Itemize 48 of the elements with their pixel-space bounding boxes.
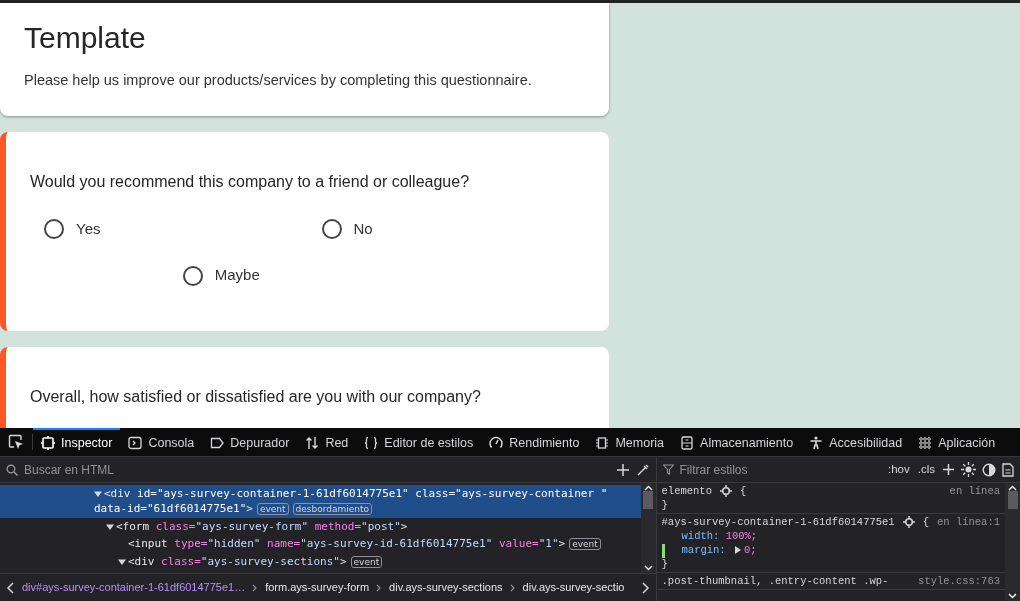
markup-node[interactable]: <div class="ays-survey-sections"> event <box>0 553 641 571</box>
brace-text: { <box>739 484 747 498</box>
devtools-tab[interactable]: Almacenamiento <box>672 428 802 456</box>
markup-node[interactable]: <form class="ays-survey-form" method="post"> <box>0 518 641 535</box>
html-search-field[interactable]: Buscar en HTML <box>24 460 610 479</box>
devtools-tab[interactable]: Depurador <box>202 428 298 456</box>
survey-description: Please help us improve our products/services by completing this questionnaire. <box>24 71 533 90</box>
devtools-tab[interactable]: Editor de estilos <box>356 428 482 456</box>
devtools-tab[interactable]: Inspector <box>33 428 121 456</box>
breadcrumb-item[interactable]: div.ays-survey-sectio <box>522 579 625 596</box>
option-label: Maybe <box>214 265 260 286</box>
property-value: 100%; <box>725 530 758 542</box>
devtools-tab[interactable]: Aplicación <box>910 428 1004 456</box>
radio-option[interactable]: No <box>307 217 585 241</box>
breadcrumb-item[interactable]: div.ays-survey-sections <box>389 579 503 596</box>
rule-selector: elemento <box>661 484 712 498</box>
brace-text: { <box>922 515 929 529</box>
markup-node[interactable]: <div id="ays-survey-container-1-61df6014775e1" class="ays-survey-container " data-id="61df6014775e1"> event desbordamiento <box>0 485 641 518</box>
rule-source[interactable]: style.css:763 <box>918 574 1000 588</box>
brace-text: } <box>661 498 669 512</box>
devtools-tab[interactable]: Rendimiento <box>481 428 588 456</box>
breadcrumb-item[interactable]: form.ays-survey-form <box>265 579 370 596</box>
style-declaration[interactable]: margin: 0; <box>661 543 1000 557</box>
devtools-tab[interactable]: Consola <box>120 428 203 456</box>
rule-selector: #ays-survey-container-1-61df6014775e1 <box>661 515 895 529</box>
rule-selector: .post-thumbnail, .entry-content .wp- <box>661 574 889 588</box>
option-label: Yes <box>76 218 101 239</box>
survey-title: Template <box>24 20 147 54</box>
markup-node[interactable]: <input type="hidden" name="ays-survey-id-61df6014775e1" value="1"> event <box>0 535 641 553</box>
devtools-tab[interactable]: Red <box>297 428 357 456</box>
devtools-tab[interactable]: Accesibilidad <box>801 428 911 456</box>
rule-source[interactable]: en línea:1 <box>937 515 1000 529</box>
radio-option[interactable]: Maybe <box>168 264 447 287</box>
styles-filter-field[interactable]: Filtrar estilos <box>679 460 881 479</box>
devtools-tab[interactable]: Memoria <box>587 428 673 456</box>
style-declaration[interactable]: width: 100%; <box>661 529 1000 543</box>
property-name: width: <box>681 530 720 542</box>
option-label: No <box>353 218 373 239</box>
question-text: Would you recommend this company to a friend or colleague? <box>30 171 471 192</box>
property-name: margin: <box>681 544 726 556</box>
brace-text: } <box>661 557 669 571</box>
question-text: Overall, how satisfied or dissatisfied are you with our company? <box>30 386 482 407</box>
style-toggle-button[interactable]: .cls <box>916 460 936 479</box>
radio-option[interactable]: Yes <box>30 217 308 241</box>
style-toggle-button[interactable]: :hov <box>887 460 911 479</box>
breadcrumb-item[interactable]: div#ays-survey-container-1-61df6014775e1… <box>22 579 246 596</box>
property-value: 0; <box>743 544 757 556</box>
rule-source[interactable]: en línea <box>949 484 1000 498</box>
